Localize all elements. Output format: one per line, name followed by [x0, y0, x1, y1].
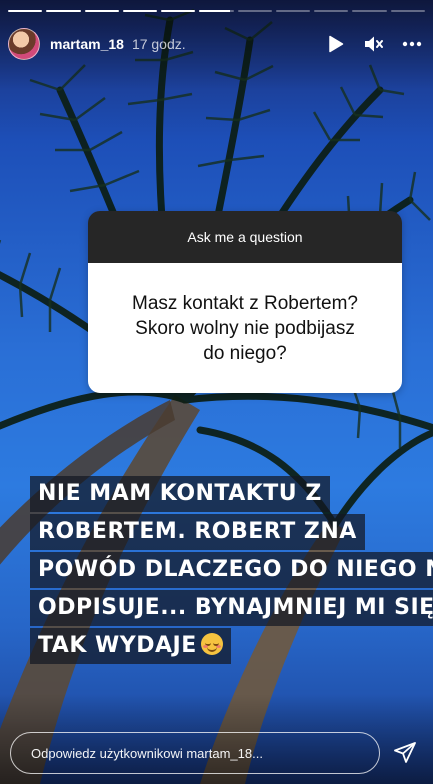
header-actions: [325, 33, 423, 55]
progress-segment: [161, 10, 196, 12]
mute-button[interactable]: [363, 33, 385, 55]
more-options-button[interactable]: [401, 33, 423, 55]
caption-line-last: TAK WYDAJE: [30, 628, 231, 664]
story-progress-bar: [8, 10, 425, 12]
question-sticker-header: Ask me a question: [88, 211, 402, 263]
progress-segment: [84, 10, 119, 12]
question-sticker[interactable]: Ask me a question Masz kontakt z Roberte…: [88, 211, 402, 393]
question-text: Masz kontakt z Robertem? Skoro wolny nie…: [88, 263, 402, 393]
caption-line: ROBERTEM. ROBERT ZNA: [30, 514, 365, 550]
caption-line: POWÓD DLACZEGO DO NIEGO NIE: [30, 552, 433, 588]
story-viewer[interactable]: martam_18 17 godz. Ask me a question Mas…: [0, 0, 433, 784]
reply-input[interactable]: [29, 744, 361, 762]
progress-segment: [352, 10, 387, 12]
speaker-muted-icon: [365, 36, 383, 52]
story-header: martam_18 17 godz.: [8, 24, 423, 64]
story-caption: NIE MAM KONTAKTU Z ROBERTEM. ROBERT ZNA …: [30, 476, 433, 666]
caption-line-text: TAK WYDAJE: [38, 633, 197, 658]
progress-segment: [122, 10, 158, 12]
post-time: 17 godz.: [131, 36, 186, 52]
reply-field[interactable]: [10, 732, 380, 774]
progress-segment: [199, 10, 234, 12]
paper-plane-icon: [394, 742, 416, 763]
caption-line: ODPISUJE... BYNAJMNIEJ MI SIĘ: [30, 590, 433, 626]
smiling-face-emoji-icon: [200, 633, 223, 655]
avatar[interactable]: [8, 28, 40, 60]
question-line: do niego?: [203, 342, 287, 364]
play-button[interactable]: [325, 33, 347, 55]
progress-segment: [275, 10, 311, 12]
progress-segment: [8, 10, 43, 12]
progress-segment: [390, 10, 425, 12]
progress-segment: [46, 10, 81, 12]
question-line: Skoro wolny nie podbijasz: [135, 317, 355, 339]
send-button[interactable]: [392, 740, 418, 766]
more-horizontal-icon: [402, 41, 422, 47]
progress-segment: [237, 10, 272, 12]
question-line: Masz kontakt z Robertem?: [132, 292, 358, 314]
username[interactable]: martam_18: [50, 36, 124, 52]
play-icon: [329, 35, 344, 53]
progress-segment: [314, 10, 349, 12]
caption-line: NIE MAM KONTAKTU Z: [30, 476, 330, 512]
